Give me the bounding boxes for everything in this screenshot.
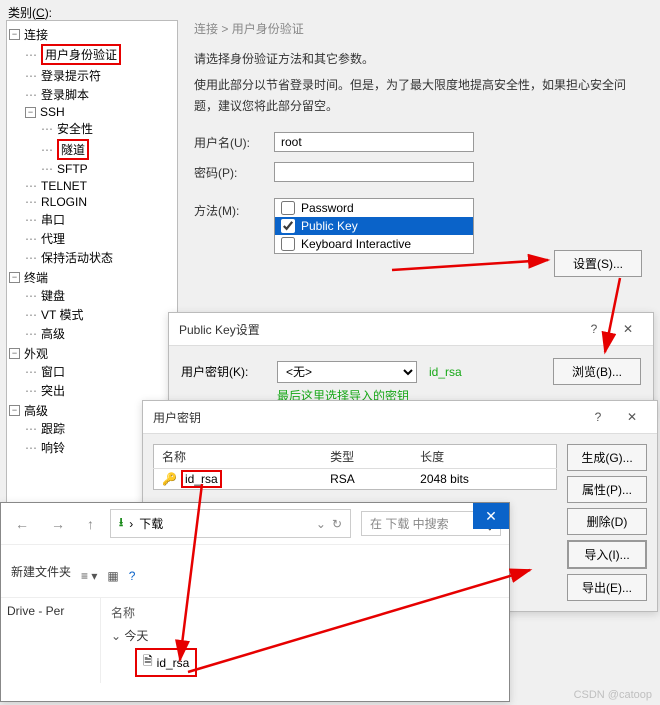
- breadcrumb: 连接 > 用户身份验证: [194, 20, 642, 37]
- close-icon[interactable]: ✕: [617, 407, 647, 427]
- tree-node-keyboard[interactable]: ⋯键盘: [25, 287, 175, 304]
- file-browser-dialog: ✕ ← → ↑ ⭳ › 下载 ⌄ ↻ 在 下载 中搜索 🔍 新建文件夹 ≡ ▾ …: [0, 502, 510, 702]
- method-keyboard-label: Keyboard Interactive: [301, 237, 411, 251]
- tree-node-advanced-t[interactable]: ⋯高级: [25, 325, 175, 342]
- help-icon[interactable]: ?: [579, 319, 609, 339]
- tree-node-appearance[interactable]: −外观: [9, 345, 175, 362]
- col-name[interactable]: 名称: [154, 445, 323, 469]
- help-icon[interactable]: ?: [129, 569, 136, 583]
- method-password-checkbox[interactable]: [281, 201, 295, 215]
- method-publickey-checkbox[interactable]: [281, 219, 295, 233]
- file-icon: 🗎: [143, 652, 153, 673]
- password-label: 密码(P):: [194, 164, 274, 181]
- tree-toggle-icon[interactable]: −: [9, 348, 20, 359]
- sidebar[interactable]: Drive - Per: [1, 598, 101, 683]
- col-type[interactable]: 类型: [322, 445, 412, 469]
- tree-node-vtmode[interactable]: ⋯VT 模式: [25, 306, 175, 323]
- key-icon: 🔑: [162, 472, 177, 486]
- tree-node-sftp[interactable]: ⋯SFTP: [41, 162, 175, 176]
- userkey-label: 用户密钥(K):: [181, 363, 271, 380]
- tree-toggle-icon[interactable]: −: [9, 29, 20, 40]
- userkey-table[interactable]: 名称 类型 长度 🔑 id_rsa RSA 2048 bits: [153, 444, 557, 490]
- export-button[interactable]: 导出(E)...: [567, 574, 647, 601]
- method-listbox[interactable]: Password Public Key Keyboard Interactive: [274, 198, 474, 254]
- help-icon[interactable]: ?: [583, 407, 613, 427]
- watermark: CSDN @catoop: [574, 689, 652, 701]
- back-icon[interactable]: ←: [9, 514, 35, 534]
- view-list-icon[interactable]: ≡ ▾: [81, 569, 97, 583]
- method-item-keyboard[interactable]: Keyboard Interactive: [275, 235, 473, 253]
- newfolder-button[interactable]: 新建文件夹: [11, 563, 71, 580]
- table-row[interactable]: 🔑 id_rsa RSA 2048 bits: [154, 469, 557, 490]
- annotation-idrsa: id_rsa: [429, 365, 462, 379]
- tree-node-loginscript[interactable]: ⋯登录脚本: [25, 86, 175, 103]
- delete-button[interactable]: 删除(D): [567, 508, 647, 535]
- files-col-name[interactable]: 名称: [111, 604, 499, 621]
- row-name: id_rsa: [181, 470, 222, 488]
- publickey-dialog-title: Public Key设置: [179, 321, 260, 338]
- tree-node-serial[interactable]: ⋯串口: [25, 211, 175, 228]
- row-type: RSA: [322, 469, 412, 490]
- row-length: 2048 bits: [412, 469, 556, 490]
- generate-button[interactable]: 生成(G)...: [567, 444, 647, 471]
- tree-node-loginprompt[interactable]: ⋯登录提示符: [25, 67, 175, 84]
- file-name: id_rsa: [157, 656, 190, 670]
- tree-toggle-icon[interactable]: −: [9, 405, 20, 416]
- browse-button[interactable]: 浏览(B)...: [553, 358, 641, 385]
- tree-node-telnet[interactable]: ⋯TELNET: [25, 179, 175, 193]
- tree-node-security[interactable]: ⋯安全性: [41, 120, 175, 137]
- sidebar-item[interactable]: Drive - Per: [7, 604, 94, 618]
- view-tiles-icon[interactable]: ▦: [107, 569, 118, 583]
- description: 请选择身份验证方法和其它参数。 使用此部分以节省登录时间。但是，为了最大限度地提…: [194, 49, 642, 116]
- group-today[interactable]: ⌄ 今天: [111, 627, 499, 644]
- download-icon: ⭳: [119, 513, 123, 534]
- settings-button[interactable]: 设置(S)...: [554, 250, 642, 277]
- properties-button[interactable]: 属性(P)...: [567, 476, 647, 503]
- password-input[interactable]: [274, 162, 474, 182]
- import-button[interactable]: 导入(I)...: [567, 540, 647, 569]
- forward-icon[interactable]: →: [45, 514, 71, 534]
- tree-category-label: 类别(C):: [8, 4, 52, 21]
- tree-node-terminal[interactable]: −终端: [9, 269, 175, 286]
- close-icon[interactable]: ✕: [613, 319, 643, 339]
- tree-node-highlight[interactable]: ⋯突出: [25, 382, 175, 399]
- close-icon[interactable]: ✕: [473, 503, 509, 529]
- userkey-dialog-title: 用户密钥: [153, 409, 201, 426]
- tree-node-keepalive[interactable]: ⋯保持活动状态: [25, 249, 175, 266]
- method-password-label: Password: [301, 201, 354, 215]
- tree-node-connection[interactable]: −连接: [9, 26, 175, 43]
- tree-node-rlogin[interactable]: ⋯RLOGIN: [25, 195, 175, 209]
- username-input[interactable]: [274, 132, 474, 152]
- method-publickey-label: Public Key: [301, 219, 358, 233]
- address-bar[interactable]: ⭳ › 下载 ⌄ ↻: [110, 509, 351, 538]
- tree-node-userauth[interactable]: ⋯用户身份验证: [25, 44, 175, 65]
- username-label: 用户名(U):: [194, 134, 274, 151]
- method-item-password[interactable]: Password: [275, 199, 473, 217]
- method-keyboard-checkbox[interactable]: [281, 237, 295, 251]
- tree-node-window[interactable]: ⋯窗口: [25, 363, 175, 380]
- method-label: 方法(M):: [194, 198, 274, 219]
- up-icon[interactable]: ↑: [81, 514, 100, 534]
- tree-node-ssh[interactable]: −SSH: [25, 105, 175, 119]
- tree-toggle-icon[interactable]: −: [25, 107, 36, 118]
- tree-toggle-icon[interactable]: −: [9, 272, 20, 283]
- tree-node-proxy[interactable]: ⋯代理: [25, 230, 175, 247]
- tree-node-tunnel[interactable]: ⋯隧道: [41, 139, 175, 160]
- col-length[interactable]: 长度: [412, 445, 556, 469]
- method-item-publickey[interactable]: Public Key: [275, 217, 473, 235]
- file-item-idrsa[interactable]: 🗎 id_rsa: [135, 648, 197, 677]
- crumb-downloads[interactable]: 下载: [139, 515, 163, 532]
- userkey-select[interactable]: <无>: [277, 361, 417, 383]
